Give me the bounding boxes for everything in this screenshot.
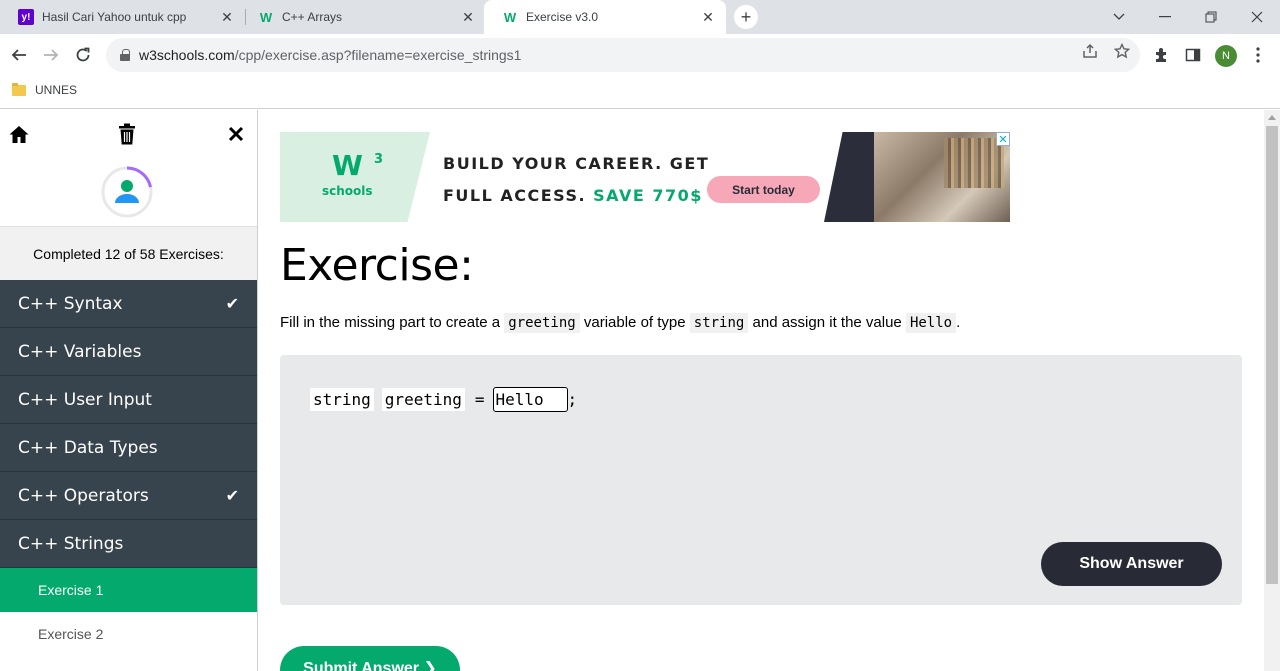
page-scrollbar[interactable] xyxy=(1264,110,1280,671)
w3schools-logo-icon: W 3 schools xyxy=(322,149,384,199)
show-answer-button[interactable]: Show Answer xyxy=(1041,542,1222,586)
exercise-sidebar: Completed 12 of 58 Exercises: C++ Syntax… xyxy=(0,110,258,671)
yahoo-icon: y! xyxy=(18,9,34,25)
new-tab-button[interactable]: + xyxy=(734,5,758,29)
scroll-up-icon[interactable] xyxy=(1268,115,1276,120)
bookmarks-bar: UNNES xyxy=(0,76,1280,109)
category-label: C++ Variables xyxy=(18,341,142,362)
code-token: greeting xyxy=(381,388,465,411)
bookmark-label: UNNES xyxy=(35,83,78,97)
lock-icon xyxy=(120,49,130,61)
url-host: w3schools.com xyxy=(139,47,235,63)
extensions-icon[interactable] xyxy=(1151,45,1171,65)
close-tab-icon[interactable]: ✕ xyxy=(219,9,235,26)
inline-code: greeting xyxy=(504,313,580,333)
trash-icon[interactable] xyxy=(115,122,139,146)
tab-title: Exercise v3.0 xyxy=(526,10,599,24)
ad-start-today-button[interactable]: Start today xyxy=(707,176,820,203)
category-cpp-syntax[interactable]: C++ Syntax ✔ xyxy=(0,280,257,328)
share-icon[interactable] xyxy=(1081,42,1099,60)
profile-avatar[interactable]: N xyxy=(1215,45,1237,67)
restore-icon[interactable] xyxy=(1188,0,1234,34)
progress-avatar-icon xyxy=(101,166,153,218)
close-icon[interactable] xyxy=(224,122,248,146)
answer-input[interactable] xyxy=(492,387,568,412)
menu-kebab-icon[interactable] xyxy=(1248,45,1268,65)
code-exercise-box: string greeting = ; Show Answer xyxy=(280,355,1242,605)
sidebar-header xyxy=(0,110,257,227)
inline-code: string xyxy=(689,313,749,333)
close-tab-icon[interactable]: ✕ xyxy=(460,9,476,26)
forward-icon[interactable] xyxy=(39,43,63,67)
category-label: C++ Syntax xyxy=(18,293,123,314)
checkmark-icon: ✔ xyxy=(225,486,239,505)
category-cpp-user-input[interactable]: C++ User Input xyxy=(0,376,257,424)
category-label: C++ Strings xyxy=(18,533,124,554)
code-line: string greeting = ; xyxy=(310,387,577,412)
inline-code: Hello xyxy=(905,313,957,333)
tab-exercise[interactable]: W Exercise v3.0 ✕ xyxy=(484,0,726,34)
w3schools-icon: W xyxy=(503,9,517,25)
w3schools-icon: W xyxy=(259,9,273,25)
category-cpp-variables[interactable]: C++ Variables xyxy=(0,328,257,376)
category-cpp-operators[interactable]: C++ Operators ✔ xyxy=(0,472,257,520)
code-semicolon: ; xyxy=(567,390,578,409)
category-label: C++ Operators xyxy=(18,485,149,506)
tab-title: C++ Arrays xyxy=(282,10,343,24)
ad-banner[interactable]: W 3 schools BUILD YOUR CAREER. GET FULL … xyxy=(280,132,1010,222)
submit-answer-button[interactable]: Submit Answer ❯ xyxy=(280,646,460,671)
side-panel-icon[interactable] xyxy=(1183,45,1203,65)
main-content: W 3 schools BUILD YOUR CAREER. GET FULL … xyxy=(258,110,1264,671)
tab-title: Hasil Cari Yahoo untuk cpp xyxy=(42,10,187,24)
tab-cpp-arrays[interactable]: W C++ Arrays ✕ xyxy=(240,0,486,34)
ad-headline: BUILD YOUR CAREER. GET FULL ACCESS. SAVE… xyxy=(443,154,710,205)
back-icon[interactable] xyxy=(7,43,31,67)
tab-bar: y! Hasil Cari Yahoo untuk cpp ✕ W C++ Ar… xyxy=(0,0,1280,34)
folder-icon xyxy=(12,82,26,96)
address-bar[interactable]: w3schools.com/cpp/exercise.asp?filename=… xyxy=(106,38,1140,72)
category-label: C++ User Input xyxy=(18,389,152,410)
completed-count: Completed 12 of 58 Exercises: xyxy=(0,227,257,280)
ad-photo xyxy=(874,132,1010,222)
category-label: C++ Data Types xyxy=(18,437,158,458)
reload-icon[interactable] xyxy=(71,43,95,67)
category-cpp-data-types[interactable]: C++ Data Types xyxy=(0,424,257,472)
minimize-icon[interactable] xyxy=(1142,0,1188,34)
category-cpp-strings[interactable]: C++ Strings xyxy=(0,520,257,568)
home-icon[interactable] xyxy=(7,122,31,146)
bookmark-star-icon[interactable] xyxy=(1113,42,1131,60)
bookmark-unnes[interactable]: UNNES xyxy=(12,82,78,97)
checkmark-icon: ✔ xyxy=(225,294,239,313)
exercise-instruction: Fill in the missing part to create a gre… xyxy=(280,313,961,333)
scrollbar-thumb[interactable] xyxy=(1266,126,1278,584)
tab-search-icon[interactable] xyxy=(1096,0,1142,34)
close-tab-icon[interactable]: ✕ xyxy=(700,9,716,26)
url-path: /cpp/exercise.asp?filename=exercise_stri… xyxy=(234,47,522,63)
code-token: string xyxy=(310,388,374,411)
ad-close-icon[interactable]: ✕ xyxy=(996,132,1010,146)
exercise-item-1[interactable]: Exercise 1 xyxy=(0,568,257,612)
tab-yahoo[interactable]: y! Hasil Cari Yahoo untuk cpp ✕ xyxy=(0,0,245,34)
exercise-item-2[interactable]: Exercise 2 xyxy=(0,612,257,656)
browser-toolbar: w3schools.com/cpp/exercise.asp?filename=… xyxy=(0,34,1280,76)
page-title: Exercise: xyxy=(280,240,474,291)
code-token: = xyxy=(474,390,485,409)
close-window-icon[interactable] xyxy=(1234,0,1280,34)
